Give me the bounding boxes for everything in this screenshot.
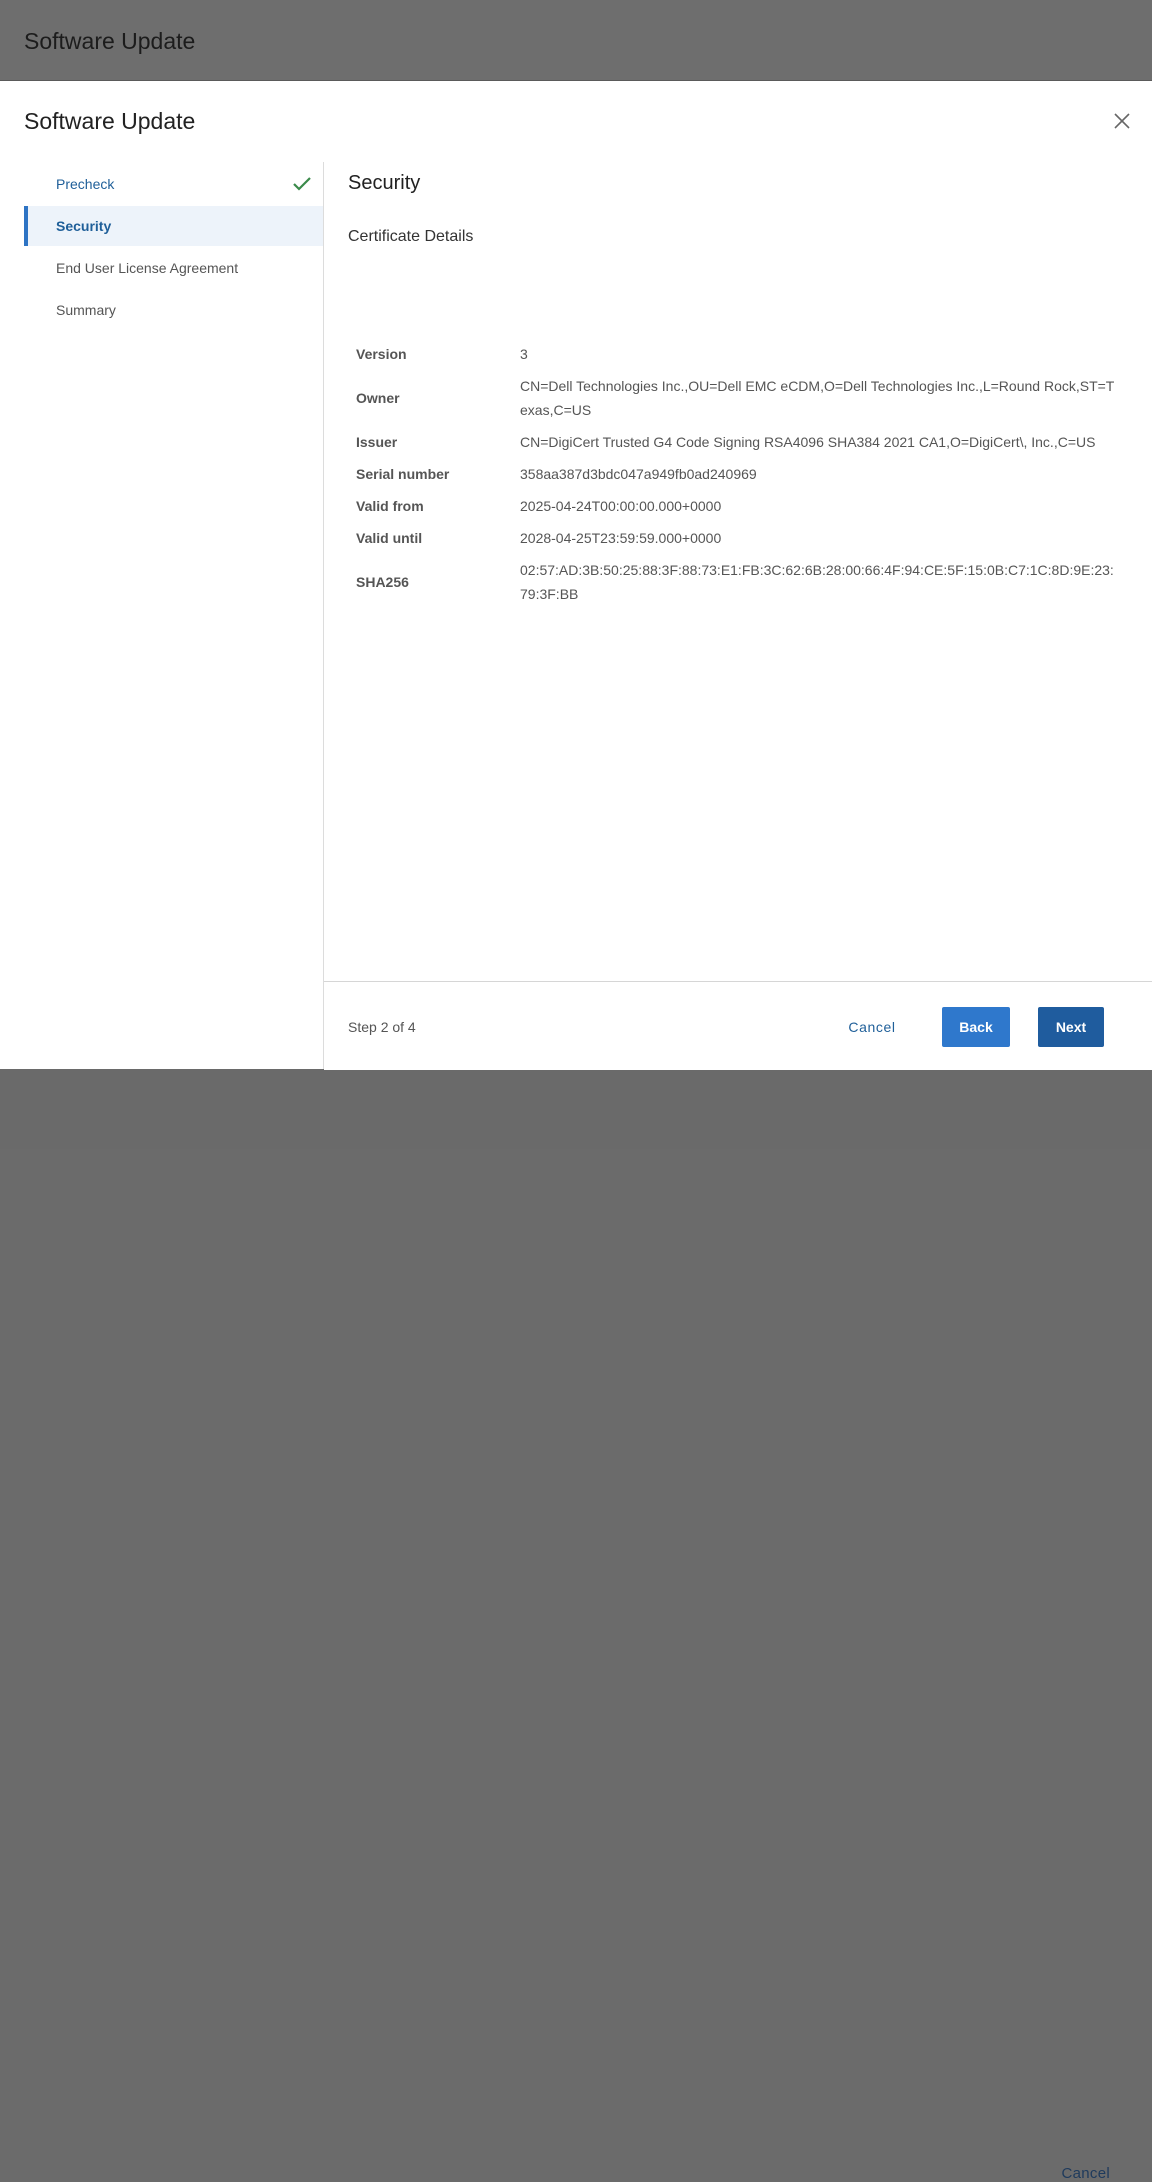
step-security[interactable]: Security [24,206,323,246]
background-page-title: Software Update [24,28,196,54]
certificate-details-heading: Certificate Details [348,228,474,245]
step-counter: Step 2 of 4 [348,1019,416,1035]
background-header: Software Update [0,0,1152,81]
detail-key: Valid until [356,530,423,546]
step-eula[interactable]: End User License Agreement [24,248,323,288]
detail-value: 2025-04-24T00:00:00.000+0000 [520,498,722,514]
check-icon [293,177,311,191]
step-label: Security [56,218,112,234]
detail-value: CN=Dell Technologies Inc.,OU=Dell EMC eC… [520,378,1115,418]
step-precheck[interactable]: Precheck [24,164,323,204]
background-footer: Cancel [0,1069,1152,2182]
detail-value: 358aa387d3bdc047a949fb0ad240969 [520,466,757,482]
cancel-button[interactable]: Cancel [834,1007,910,1047]
dialog-title: Software Update [24,108,196,134]
detail-key: SHA256 [356,574,409,590]
step-label: End User License Agreement [56,260,239,276]
close-icon[interactable] [1111,110,1133,132]
detail-value: 3 [520,346,528,362]
section-heading: Security [348,172,421,194]
dialog-footer: Step 2 of 4 Cancel Back Next [324,981,1152,1070]
detail-key: Serial number [356,466,450,482]
step-label: Summary [56,302,116,318]
step-label: Precheck [56,176,115,192]
next-button[interactable]: Next [1038,1007,1104,1047]
step-summary[interactable]: Summary [24,290,323,330]
detail-key: Owner [356,390,400,406]
main-content: Security Certificate Details Version 3 O… [324,162,1152,1069]
detail-key: Version [356,346,407,362]
back-button[interactable]: Back [942,1007,1010,1047]
detail-key: Valid from [356,498,424,514]
wizard-steps-sidebar: Precheck Security End User License Agree… [24,162,324,1069]
detail-value: CN=DigiCert Trusted G4 Code Signing RSA4… [520,434,1096,450]
detail-key: Issuer [356,434,398,450]
background-cancel-button: Cancel [1061,2165,1110,2182]
detail-value: 2028-04-25T23:59:59.000+0000 [520,530,722,546]
software-update-dialog: Software Update Precheck Security End Us… [0,81,1152,1069]
detail-value: 02:57:AD:3B:50:25:88:3F:88:73:E1:FB:3C:6… [520,562,1114,602]
